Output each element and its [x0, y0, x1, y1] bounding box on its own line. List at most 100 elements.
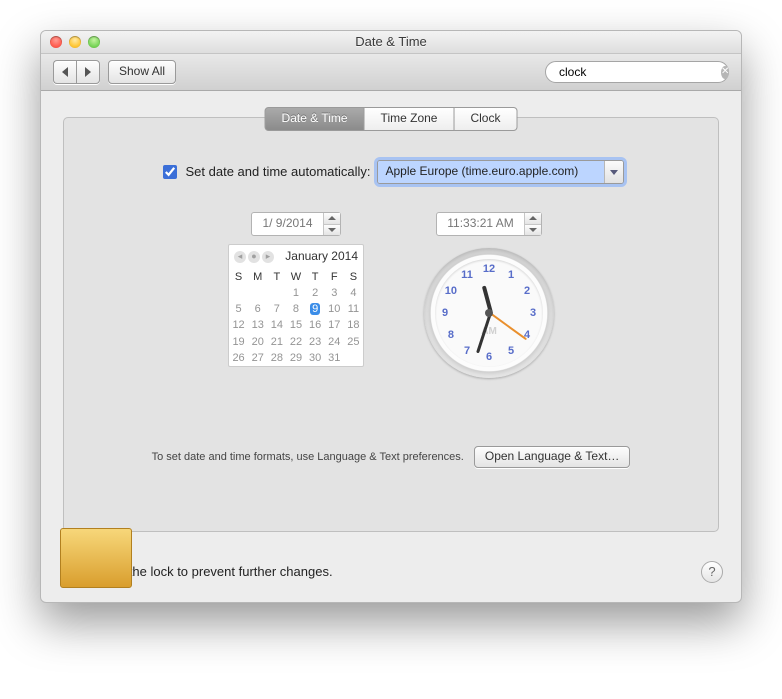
clock-pin-icon: [485, 309, 493, 317]
auto-checkbox[interactable]: [163, 165, 177, 179]
calendar-day[interactable]: 23: [306, 334, 325, 350]
toolbar: Show All ✕: [41, 54, 741, 91]
calendar-day[interactable]: 12: [229, 317, 248, 333]
calendar-day[interactable]: 6: [248, 301, 267, 317]
tab-bar: Date & Time Time Zone Clock: [265, 107, 518, 131]
time-field[interactable]: 11:33:21 AM: [436, 212, 542, 236]
show-all-button[interactable]: Show All: [108, 60, 176, 84]
clock-number: 2: [524, 284, 530, 298]
calendar-day[interactable]: 24: [325, 334, 344, 350]
clock-number: 3: [530, 306, 536, 320]
analog-clock: 121234567891011 AM: [424, 248, 554, 378]
prefs-window: Date & Time Show All ✕ Date & Time Time …: [40, 30, 742, 603]
clock-number: 6: [486, 350, 492, 364]
clock-number: 8: [448, 328, 454, 342]
step-up-icon[interactable]: [525, 213, 541, 225]
calendar-day[interactable]: 7: [267, 301, 286, 317]
chevron-left-icon: [62, 67, 68, 77]
calendar-day: [229, 285, 248, 301]
clear-search-icon[interactable]: ✕: [721, 66, 729, 79]
weekday-header: M: [248, 269, 267, 285]
forward-button[interactable]: [76, 60, 100, 84]
calendar-day[interactable]: 15: [286, 317, 305, 333]
clock-number: 10: [445, 284, 457, 298]
calendar-day[interactable]: 27: [248, 350, 267, 366]
step-down-icon[interactable]: [324, 225, 340, 236]
calendar-day[interactable]: 31: [325, 350, 344, 366]
cal-next-icon[interactable]: ▸: [262, 251, 274, 263]
weekday-header: F: [325, 269, 344, 285]
calendar-day[interactable]: 13: [248, 317, 267, 333]
open-language-text-button[interactable]: Open Language & Text…: [474, 446, 631, 468]
calendar-day[interactable]: 1: [286, 285, 305, 301]
calendar-day[interactable]: 5: [229, 301, 248, 317]
clock-number: 5: [508, 344, 514, 358]
weekday-header: T: [267, 269, 286, 285]
tab-clock[interactable]: Clock: [454, 107, 517, 131]
date-column: 1/ 9/2014 ◂ ● ▸ January 2014: [228, 212, 364, 367]
calendar-day[interactable]: 14: [267, 317, 286, 333]
date-stepper[interactable]: [323, 213, 340, 235]
search-input[interactable]: [557, 64, 716, 80]
tab-date-time[interactable]: Date & Time: [265, 107, 365, 131]
date-field[interactable]: 1/ 9/2014: [251, 212, 340, 236]
calendar-day[interactable]: 21: [267, 334, 286, 350]
calendar-day[interactable]: 22: [286, 334, 305, 350]
calendar-day[interactable]: 4: [344, 285, 363, 301]
weekday-header: W: [286, 269, 305, 285]
auto-label: Set date and time automatically:: [186, 164, 371, 181]
step-down-icon[interactable]: [525, 225, 541, 236]
help-button[interactable]: ?: [701, 561, 723, 583]
clock-number: 12: [483, 262, 495, 276]
clock-number: 7: [464, 344, 470, 358]
calendar[interactable]: ◂ ● ▸ January 2014 SMTWTFS 1234567891011…: [228, 244, 364, 367]
calendar-day[interactable]: 8: [286, 301, 305, 317]
calendar-day[interactable]: 10: [325, 301, 344, 317]
calendar-day[interactable]: 16: [306, 317, 325, 333]
step-up-icon[interactable]: [324, 213, 340, 225]
main-panel: Date & Time Time Zone Clock Set date and…: [63, 117, 719, 532]
chevron-right-icon: [85, 67, 91, 77]
calendar-day[interactable]: 28: [267, 350, 286, 366]
calendar-day[interactable]: 19: [229, 334, 248, 350]
time-value: 11:33:21 AM: [437, 216, 524, 232]
back-button[interactable]: [53, 60, 76, 84]
calendar-day[interactable]: 30: [306, 350, 325, 366]
calendar-month: January 2014: [285, 249, 358, 265]
window-title: Date & Time: [41, 34, 741, 51]
calendar-day: [344, 350, 363, 366]
calendar-day[interactable]: 2: [306, 285, 325, 301]
calendar-day: [267, 285, 286, 301]
calendar-grid: SMTWTFS 12345678910111213141516171819202…: [229, 269, 363, 367]
calendar-day[interactable]: 18: [344, 317, 363, 333]
cal-prev-icon[interactable]: ◂: [234, 251, 246, 263]
date-value: 1/ 9/2014: [252, 216, 322, 232]
calendar-day[interactable]: 17: [325, 317, 344, 333]
calendar-day[interactable]: 20: [248, 334, 267, 350]
lock-icon[interactable]: [59, 556, 87, 588]
calendar-day[interactable]: 29: [286, 350, 305, 366]
weekday-header: S: [344, 269, 363, 285]
weekday-header: S: [229, 269, 248, 285]
calendar-day[interactable]: 3: [325, 285, 344, 301]
bottom-bar: Click the lock to prevent further change…: [41, 546, 741, 602]
search-field[interactable]: ✕: [545, 61, 729, 83]
time-server-value: Apple Europe (time.euro.apple.com): [378, 161, 604, 183]
calendar-day[interactable]: 26: [229, 350, 248, 366]
chevron-down-icon[interactable]: [604, 161, 623, 183]
time-server-combo[interactable]: Apple Europe (time.euro.apple.com): [377, 160, 624, 184]
clock-number: 11: [461, 268, 473, 282]
time-column: 11:33:21 AM 121234567891011 AM: [424, 212, 554, 378]
format-hint: To set date and time formats, use Langua…: [152, 450, 464, 464]
titlebar: Date & Time: [41, 31, 741, 54]
weekday-header: T: [306, 269, 325, 285]
tab-time-zone[interactable]: Time Zone: [365, 107, 455, 131]
cal-today-icon[interactable]: ●: [248, 251, 260, 263]
calendar-day[interactable]: 11: [344, 301, 363, 317]
clock-number: 1: [508, 268, 514, 282]
calendar-day: [248, 285, 267, 301]
clock-number: 9: [442, 306, 448, 320]
calendar-day[interactable]: 9: [306, 301, 325, 317]
calendar-day[interactable]: 25: [344, 334, 363, 350]
time-stepper[interactable]: [524, 213, 541, 235]
